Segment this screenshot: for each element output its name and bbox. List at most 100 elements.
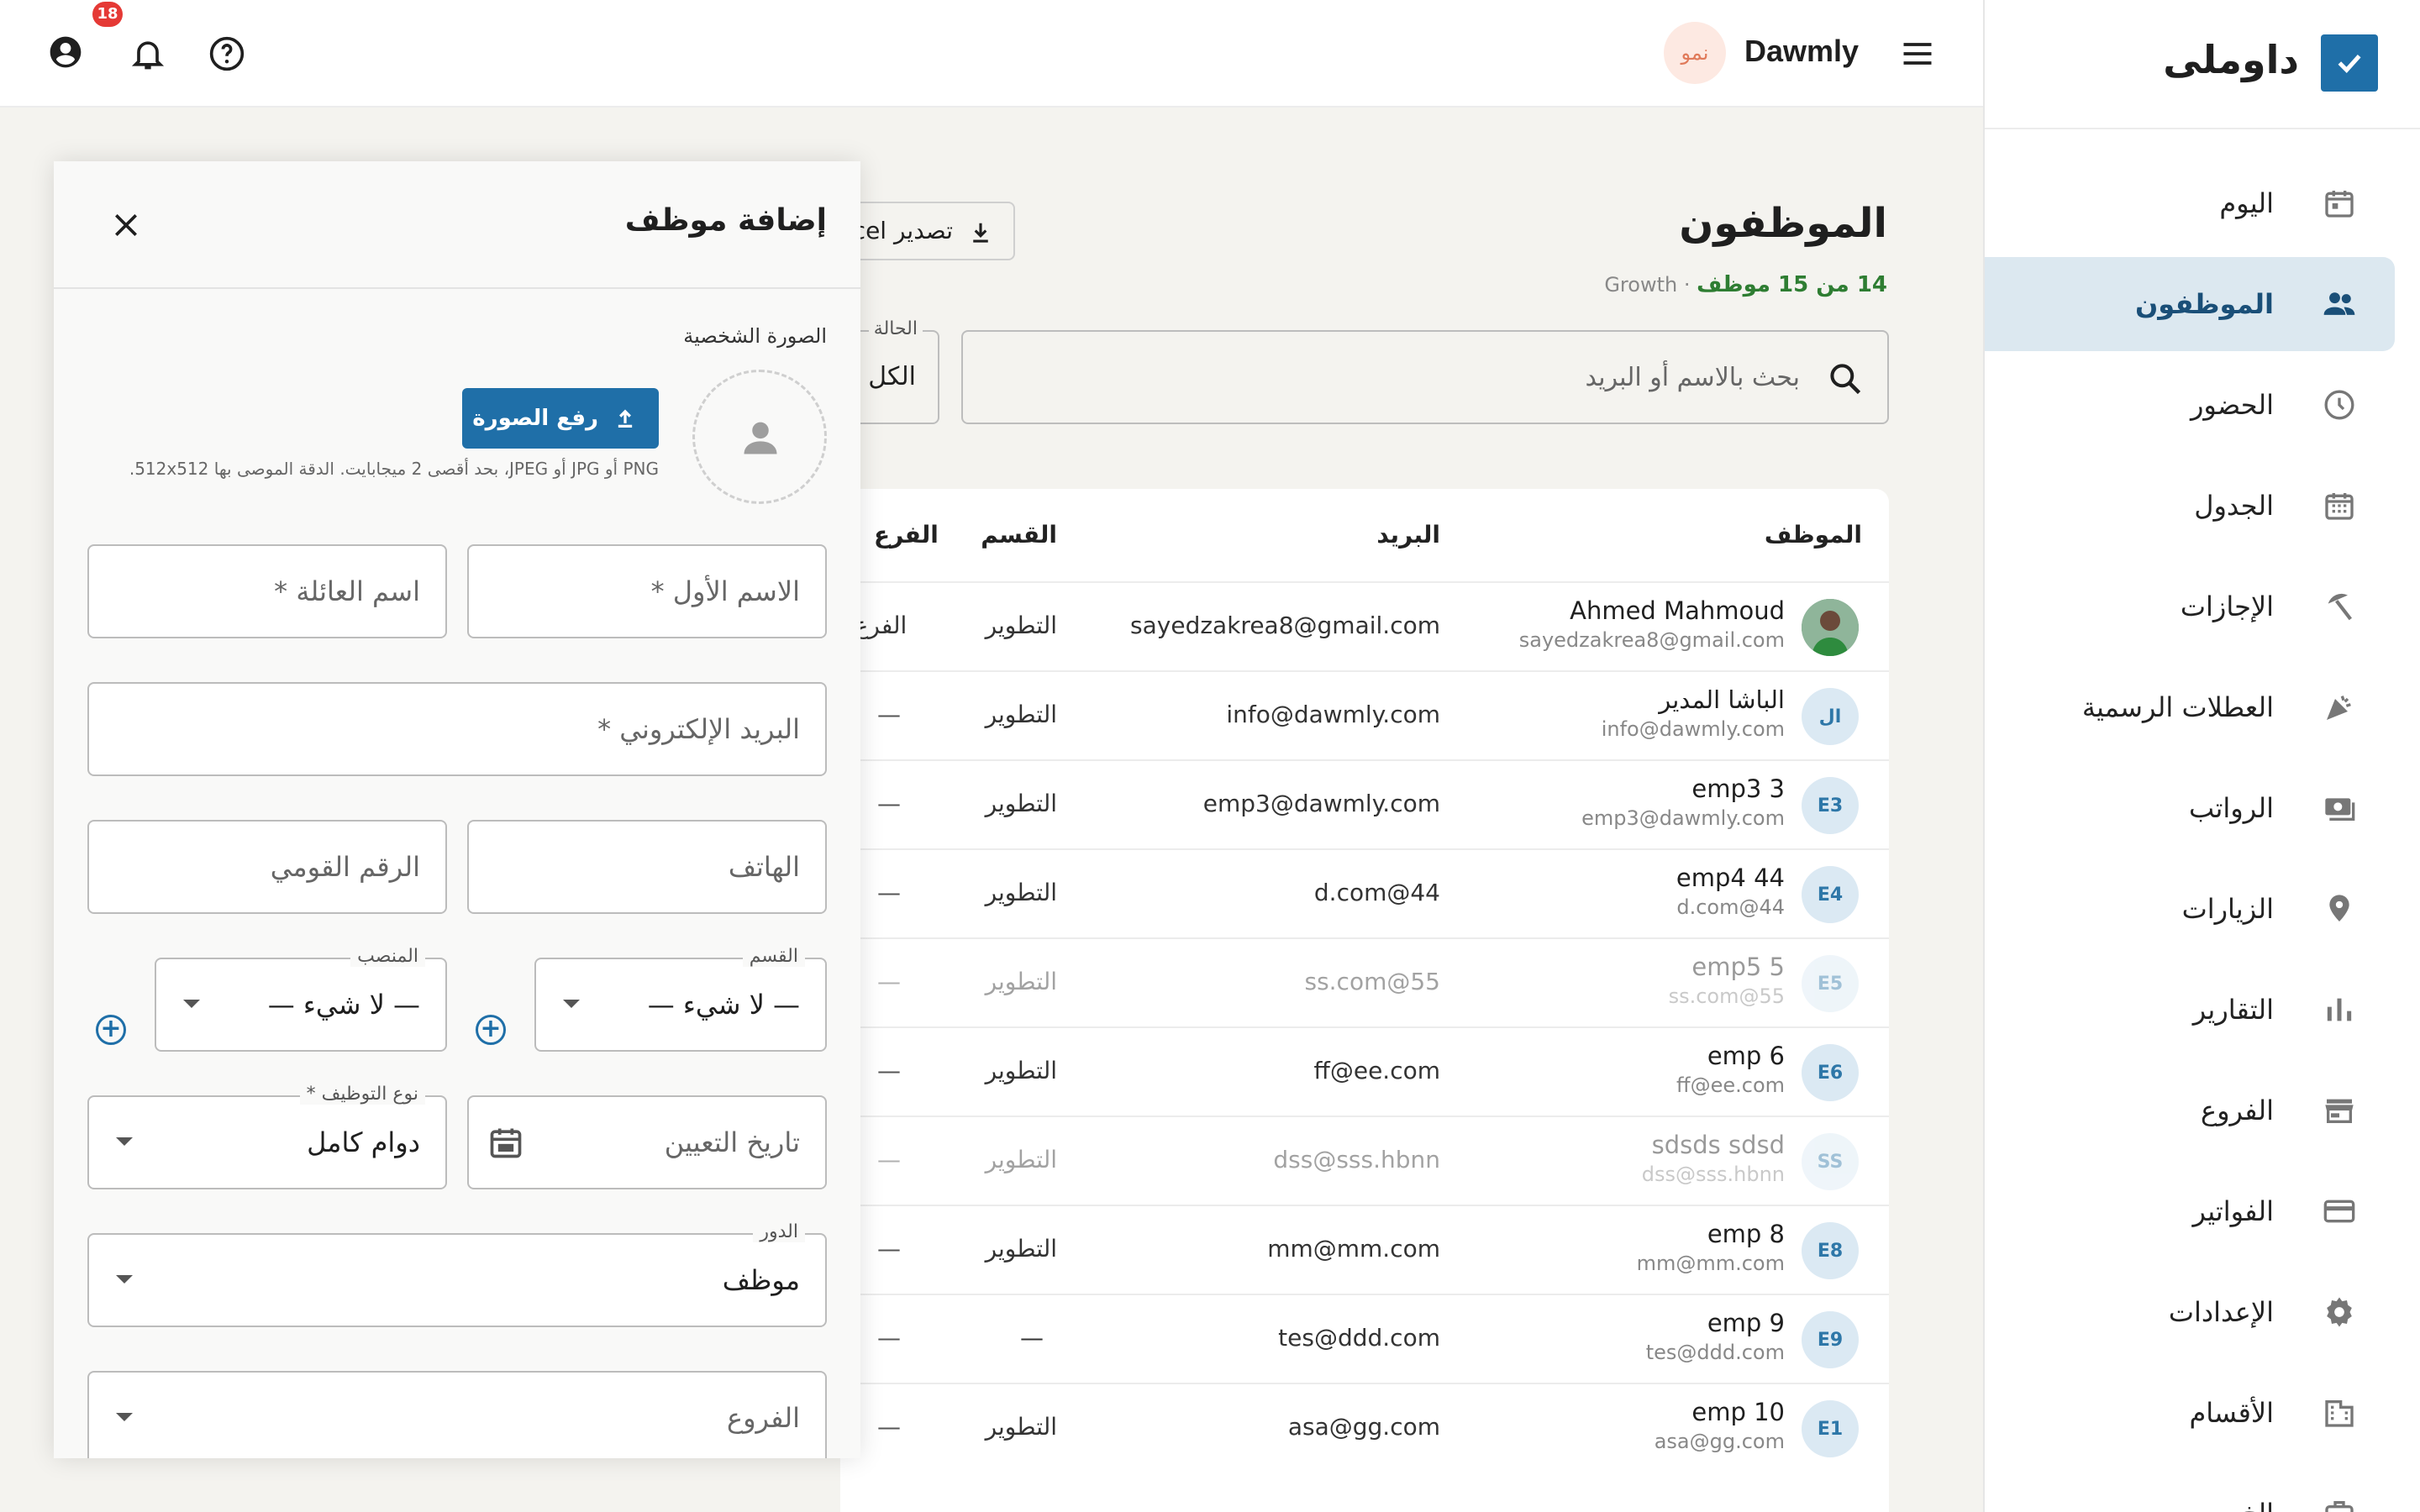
add-department-icon[interactable]: + xyxy=(476,1015,506,1045)
top-bar: 18 نمو Dawmly xyxy=(0,0,1983,108)
app-name: داوملى xyxy=(2163,37,2299,82)
sidebar-item-label: الفروع xyxy=(2200,1095,2274,1126)
department-cell: التطوير xyxy=(985,1057,1057,1084)
employment-type-select[interactable]: نوع التوظيف * دوام كامل xyxy=(87,1084,447,1189)
drawer-header: إضافة موظف xyxy=(54,161,860,289)
email-cell: mm@mm.com xyxy=(1267,1235,1440,1263)
first-name-input[interactable]: الاسم الأول * xyxy=(467,544,827,638)
avatar: E6 xyxy=(1802,1044,1859,1101)
upload-label: رفع الصورة xyxy=(472,406,598,431)
column-header-employee[interactable]: الموظف xyxy=(1765,489,1862,581)
table-row[interactable]: ال الباشا المدير info@dawmly.com info@da… xyxy=(840,670,1889,759)
email-input[interactable]: البريد الإلكتروني * xyxy=(87,682,827,776)
help-icon[interactable] xyxy=(208,35,245,72)
position-value: — لا شيء — xyxy=(267,989,420,1021)
phone-placeholder: الهاتف xyxy=(728,851,800,883)
branch-cell: — xyxy=(877,968,901,995)
sidebar-item-departments[interactable]: الأقسام xyxy=(1985,1366,2395,1460)
employee-name: emp5 5 xyxy=(1691,953,1785,981)
employee-email-sub: ss.com@55 xyxy=(1668,984,1785,1008)
sidebar-item-label: الحضور xyxy=(2190,389,2274,421)
sidebar-item-branches[interactable]: الفروع xyxy=(1985,1063,2395,1158)
sidebar-item-attendance[interactable]: الحضور xyxy=(1985,358,2395,452)
phone-input[interactable]: الهاتف xyxy=(467,820,827,914)
table-row[interactable]: E9 emp 9 tes@ddd.com tes@ddd.com — — xyxy=(840,1294,1889,1383)
sidebar-item-settings[interactable]: الإعدادات xyxy=(1985,1265,2395,1359)
add-position-icon[interactable]: + xyxy=(96,1015,126,1045)
sidebar-item-reports[interactable]: التقارير xyxy=(1985,963,2395,1057)
notifications-icon[interactable] xyxy=(129,35,166,72)
sidebar-item-more[interactable]: الخ xyxy=(1985,1467,2395,1512)
column-header-department[interactable]: القسم xyxy=(981,489,1057,581)
role-select[interactable]: الدور موظف xyxy=(87,1221,827,1327)
calendar-grid-icon xyxy=(2321,487,2358,524)
column-header-email[interactable]: البريد xyxy=(1376,489,1440,581)
email-cell: ff@ee.com xyxy=(1313,1057,1440,1084)
department-cell: التطوير xyxy=(985,701,1057,728)
table-row[interactable]: E1 emp 10 asa@gg.com asa@gg.com التطوير … xyxy=(840,1383,1889,1472)
column-header-branch[interactable]: الفرع xyxy=(874,489,939,581)
search-input[interactable]: بحث بالاسم أو البريد xyxy=(961,330,1889,424)
photo-label: الصورة الشخصية xyxy=(683,324,827,348)
position-select[interactable]: المنصب — لا شيء — xyxy=(155,946,447,1052)
avatar: E4 xyxy=(1802,866,1859,923)
email-cell: sayedzakrea8@gmail.com xyxy=(1130,612,1440,639)
photo-placeholder[interactable] xyxy=(692,370,827,504)
notifications-count-badge: 18 xyxy=(92,2,123,27)
sidebar-item-visits[interactable]: الزيارات xyxy=(1985,862,2395,956)
table-row[interactable]: E5 emp5 5 ss.com@55 ss.com@55 التطوير — xyxy=(840,937,1889,1026)
employee-email-sub: info@dawmly.com xyxy=(1601,717,1785,741)
employee-name: Ahmed Mahmoud xyxy=(1570,596,1785,625)
table-row[interactable]: SS sdsds sdsd dss@sss.hbnn dss@sss.hbnn … xyxy=(840,1116,1889,1205)
avatar: E3 xyxy=(1802,777,1859,834)
table-row[interactable]: E6 emp 6 ff@ee.com ff@ee.com التطوير — xyxy=(840,1026,1889,1116)
department-cell: التطوير xyxy=(985,968,1057,995)
calendar-icon[interactable] xyxy=(487,1124,524,1161)
table-row[interactable]: Ahmed Mahmoud sayedzakrea8@gmail.com say… xyxy=(840,581,1889,670)
sidebar-item-label: الخ xyxy=(2241,1467,2274,1512)
hire-date-input[interactable]: تاريخ التعيين xyxy=(467,1095,827,1189)
close-icon[interactable] xyxy=(109,208,143,242)
sidebar-item-leaves[interactable]: الإجازات xyxy=(1985,559,2395,654)
account-icon[interactable] xyxy=(47,34,84,71)
department-cell: التطوير xyxy=(985,879,1057,906)
branch-cell: — xyxy=(877,1324,901,1352)
search-placeholder: بحث بالاسم أو البريد xyxy=(1585,363,1800,392)
table-row[interactable]: E4 emp4 44 d.com@44 d.com@44 التطوير — xyxy=(840,848,1889,937)
upload-photo-button[interactable]: رفع الصورة xyxy=(462,388,659,449)
email-cell: d.com@44 xyxy=(1313,879,1440,906)
avatar: ال xyxy=(1802,688,1859,745)
department-cell: التطوير xyxy=(985,1413,1057,1441)
employee-email-sub: asa@gg.com xyxy=(1654,1430,1785,1453)
last-name-input[interactable]: اسم العائلة * xyxy=(87,544,447,638)
avatar: E1 xyxy=(1802,1400,1859,1457)
sidebar-item-schedule[interactable]: الجدول xyxy=(1985,459,2395,553)
table-row[interactable]: E3 emp3 3 emp3@dawmly.com emp3@dawmly.co… xyxy=(840,759,1889,848)
email-cell: tes@ddd.com xyxy=(1278,1324,1440,1352)
sidebar-item-invoices[interactable]: الفواتير xyxy=(1985,1164,2395,1258)
avatar xyxy=(1802,599,1859,656)
org-name: Dawmly xyxy=(1744,34,1860,68)
menu-icon[interactable] xyxy=(1899,35,1936,72)
building-icon xyxy=(2321,1394,2358,1431)
org-avatar: نمو xyxy=(1664,22,1726,84)
table-row[interactable]: E8 emp 8 mm@mm.com mm@mm.com التطوير — xyxy=(840,1205,1889,1294)
chevron-down-icon xyxy=(116,1275,133,1284)
sidebar-item-payroll[interactable]: الرواتب xyxy=(1985,761,2395,855)
department-select[interactable]: القسم — لا شيء — xyxy=(534,946,827,1052)
branch-cell: — xyxy=(877,790,901,817)
briefcase-icon xyxy=(2321,1495,2358,1512)
sidebar-item-employees[interactable]: الموظفون xyxy=(1985,257,2395,351)
email-cell: ss.com@55 xyxy=(1304,968,1440,995)
branches-select[interactable]: الفروع xyxy=(87,1371,827,1458)
national-id-input[interactable]: الرقم القومي xyxy=(87,820,447,914)
avatar: E9 xyxy=(1802,1311,1859,1368)
sidebar-item-label: الإجازات xyxy=(2180,591,2274,622)
chevron-down-icon xyxy=(116,1413,133,1421)
sidebar-item-today[interactable]: اليوم xyxy=(1985,156,2395,250)
app-logo-icon xyxy=(2321,34,2378,92)
branch-cell: — xyxy=(877,879,901,906)
employee-count-line: 14 من 15 موظف · Growth xyxy=(1604,272,1887,297)
sidebar-item-holidays[interactable]: العطلات الرسمية xyxy=(1985,660,2395,754)
employee-name: الباشا المدير xyxy=(1659,685,1785,714)
